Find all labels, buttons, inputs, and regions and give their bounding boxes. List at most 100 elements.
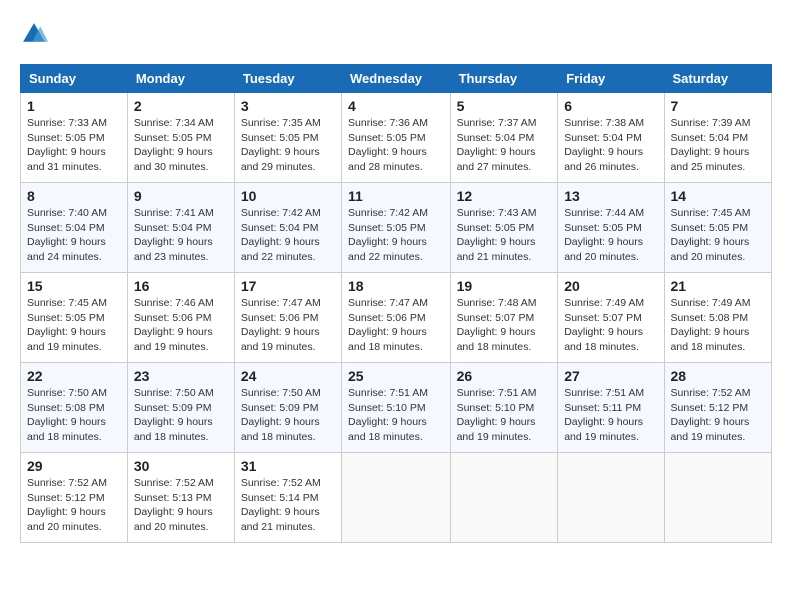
day-info: Sunrise: 7:51 AM Sunset: 5:10 PM Dayligh… bbox=[348, 386, 444, 445]
sunset-label: Sunset: 5:12 PM bbox=[671, 402, 749, 414]
calendar-cell: 29 Sunrise: 7:52 AM Sunset: 5:12 PM Dayl… bbox=[21, 453, 128, 543]
sunset-label: Sunset: 5:05 PM bbox=[241, 132, 319, 144]
daylight-label: Daylight: 9 hours and 24 minutes. bbox=[27, 236, 106, 263]
sunset-label: Sunset: 5:05 PM bbox=[27, 132, 105, 144]
day-number: 24 bbox=[241, 368, 335, 384]
day-number: 4 bbox=[348, 98, 444, 114]
logo-icon bbox=[20, 20, 48, 48]
sunset-label: Sunset: 5:04 PM bbox=[564, 132, 642, 144]
sunrise-label: Sunrise: 7:33 AM bbox=[27, 117, 107, 129]
sunrise-label: Sunrise: 7:44 AM bbox=[564, 207, 644, 219]
day-info: Sunrise: 7:52 AM Sunset: 5:12 PM Dayligh… bbox=[27, 476, 121, 535]
day-info: Sunrise: 7:37 AM Sunset: 5:04 PM Dayligh… bbox=[457, 116, 552, 175]
day-number: 18 bbox=[348, 278, 444, 294]
calendar-cell: 31 Sunrise: 7:52 AM Sunset: 5:14 PM Dayl… bbox=[234, 453, 341, 543]
calendar-cell: 18 Sunrise: 7:47 AM Sunset: 5:06 PM Dayl… bbox=[342, 273, 451, 363]
daylight-label: Daylight: 9 hours and 18 minutes. bbox=[671, 326, 750, 353]
calendar-cell: 23 Sunrise: 7:50 AM Sunset: 5:09 PM Dayl… bbox=[127, 363, 234, 453]
sunrise-label: Sunrise: 7:37 AM bbox=[457, 117, 537, 129]
sunset-label: Sunset: 5:05 PM bbox=[671, 222, 749, 234]
calendar-cell: 8 Sunrise: 7:40 AM Sunset: 5:04 PM Dayli… bbox=[21, 183, 128, 273]
day-number: 14 bbox=[671, 188, 765, 204]
day-number: 31 bbox=[241, 458, 335, 474]
sunset-label: Sunset: 5:08 PM bbox=[27, 402, 105, 414]
daylight-label: Daylight: 9 hours and 21 minutes. bbox=[457, 236, 536, 263]
calendar-table: SundayMondayTuesdayWednesdayThursdayFrid… bbox=[20, 64, 772, 543]
calendar-week-row: 8 Sunrise: 7:40 AM Sunset: 5:04 PM Dayli… bbox=[21, 183, 772, 273]
day-info: Sunrise: 7:47 AM Sunset: 5:06 PM Dayligh… bbox=[348, 296, 444, 355]
day-info: Sunrise: 7:42 AM Sunset: 5:05 PM Dayligh… bbox=[348, 206, 444, 265]
day-info: Sunrise: 7:47 AM Sunset: 5:06 PM Dayligh… bbox=[241, 296, 335, 355]
calendar-cell: 1 Sunrise: 7:33 AM Sunset: 5:05 PM Dayli… bbox=[21, 93, 128, 183]
day-number: 9 bbox=[134, 188, 228, 204]
daylight-label: Daylight: 9 hours and 31 minutes. bbox=[27, 146, 106, 173]
day-info: Sunrise: 7:46 AM Sunset: 5:06 PM Dayligh… bbox=[134, 296, 228, 355]
day-info: Sunrise: 7:49 AM Sunset: 5:08 PM Dayligh… bbox=[671, 296, 765, 355]
logo bbox=[20, 20, 52, 48]
calendar-week-row: 22 Sunrise: 7:50 AM Sunset: 5:08 PM Dayl… bbox=[21, 363, 772, 453]
day-info: Sunrise: 7:51 AM Sunset: 5:11 PM Dayligh… bbox=[564, 386, 657, 445]
calendar-cell: 19 Sunrise: 7:48 AM Sunset: 5:07 PM Dayl… bbox=[450, 273, 558, 363]
day-number: 25 bbox=[348, 368, 444, 384]
calendar-week-row: 1 Sunrise: 7:33 AM Sunset: 5:05 PM Dayli… bbox=[21, 93, 772, 183]
daylight-label: Daylight: 9 hours and 20 minutes. bbox=[564, 236, 643, 263]
daylight-label: Daylight: 9 hours and 30 minutes. bbox=[134, 146, 213, 173]
sunrise-label: Sunrise: 7:51 AM bbox=[564, 387, 644, 399]
day-info: Sunrise: 7:44 AM Sunset: 5:05 PM Dayligh… bbox=[564, 206, 657, 265]
day-number: 11 bbox=[348, 188, 444, 204]
daylight-label: Daylight: 9 hours and 20 minutes. bbox=[27, 506, 106, 533]
day-number: 5 bbox=[457, 98, 552, 114]
daylight-label: Daylight: 9 hours and 18 minutes. bbox=[134, 416, 213, 443]
calendar-cell: 10 Sunrise: 7:42 AM Sunset: 5:04 PM Dayl… bbox=[234, 183, 341, 273]
day-number: 6 bbox=[564, 98, 657, 114]
day-info: Sunrise: 7:33 AM Sunset: 5:05 PM Dayligh… bbox=[27, 116, 121, 175]
day-number: 19 bbox=[457, 278, 552, 294]
day-info: Sunrise: 7:52 AM Sunset: 5:13 PM Dayligh… bbox=[134, 476, 228, 535]
sunset-label: Sunset: 5:05 PM bbox=[457, 222, 535, 234]
sunrise-label: Sunrise: 7:36 AM bbox=[348, 117, 428, 129]
day-number: 2 bbox=[134, 98, 228, 114]
day-number: 30 bbox=[134, 458, 228, 474]
calendar-cell: 17 Sunrise: 7:47 AM Sunset: 5:06 PM Dayl… bbox=[234, 273, 341, 363]
day-info: Sunrise: 7:50 AM Sunset: 5:09 PM Dayligh… bbox=[241, 386, 335, 445]
calendar-week-row: 15 Sunrise: 7:45 AM Sunset: 5:05 PM Dayl… bbox=[21, 273, 772, 363]
day-number: 27 bbox=[564, 368, 657, 384]
calendar-cell: 9 Sunrise: 7:41 AM Sunset: 5:04 PM Dayli… bbox=[127, 183, 234, 273]
day-info: Sunrise: 7:45 AM Sunset: 5:05 PM Dayligh… bbox=[671, 206, 765, 265]
day-info: Sunrise: 7:43 AM Sunset: 5:05 PM Dayligh… bbox=[457, 206, 552, 265]
calendar-cell: 5 Sunrise: 7:37 AM Sunset: 5:04 PM Dayli… bbox=[450, 93, 558, 183]
sunrise-label: Sunrise: 7:41 AM bbox=[134, 207, 214, 219]
day-info: Sunrise: 7:41 AM Sunset: 5:04 PM Dayligh… bbox=[134, 206, 228, 265]
sunrise-label: Sunrise: 7:52 AM bbox=[671, 387, 751, 399]
day-info: Sunrise: 7:34 AM Sunset: 5:05 PM Dayligh… bbox=[134, 116, 228, 175]
day-info: Sunrise: 7:50 AM Sunset: 5:09 PM Dayligh… bbox=[134, 386, 228, 445]
day-info: Sunrise: 7:38 AM Sunset: 5:04 PM Dayligh… bbox=[564, 116, 657, 175]
day-number: 23 bbox=[134, 368, 228, 384]
day-info: Sunrise: 7:50 AM Sunset: 5:08 PM Dayligh… bbox=[27, 386, 121, 445]
calendar-header-row: SundayMondayTuesdayWednesdayThursdayFrid… bbox=[21, 65, 772, 93]
sunset-label: Sunset: 5:04 PM bbox=[27, 222, 105, 234]
daylight-label: Daylight: 9 hours and 19 minutes. bbox=[564, 416, 643, 443]
day-number: 12 bbox=[457, 188, 552, 204]
calendar-cell: 27 Sunrise: 7:51 AM Sunset: 5:11 PM Dayl… bbox=[558, 363, 664, 453]
sunrise-label: Sunrise: 7:49 AM bbox=[671, 297, 751, 309]
day-info: Sunrise: 7:52 AM Sunset: 5:12 PM Dayligh… bbox=[671, 386, 765, 445]
sunrise-label: Sunrise: 7:52 AM bbox=[27, 477, 107, 489]
calendar-day-header: Sunday bbox=[21, 65, 128, 93]
sunrise-label: Sunrise: 7:52 AM bbox=[134, 477, 214, 489]
day-number: 3 bbox=[241, 98, 335, 114]
page-header bbox=[20, 20, 772, 48]
calendar-cell bbox=[558, 453, 664, 543]
day-number: 10 bbox=[241, 188, 335, 204]
sunrise-label: Sunrise: 7:50 AM bbox=[134, 387, 214, 399]
sunrise-label: Sunrise: 7:38 AM bbox=[564, 117, 644, 129]
sunrise-label: Sunrise: 7:40 AM bbox=[27, 207, 107, 219]
daylight-label: Daylight: 9 hours and 25 minutes. bbox=[671, 146, 750, 173]
sunset-label: Sunset: 5:06 PM bbox=[241, 312, 319, 324]
day-info: Sunrise: 7:45 AM Sunset: 5:05 PM Dayligh… bbox=[27, 296, 121, 355]
calendar-cell bbox=[664, 453, 771, 543]
day-info: Sunrise: 7:48 AM Sunset: 5:07 PM Dayligh… bbox=[457, 296, 552, 355]
daylight-label: Daylight: 9 hours and 22 minutes. bbox=[348, 236, 427, 263]
calendar-day-header: Monday bbox=[127, 65, 234, 93]
daylight-label: Daylight: 9 hours and 19 minutes. bbox=[241, 326, 320, 353]
